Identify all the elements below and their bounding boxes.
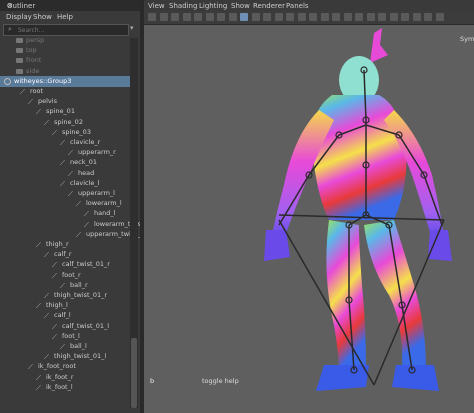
toolbar-button[interactable] xyxy=(332,13,340,21)
scrollbar-thumb[interactable] xyxy=(131,338,137,408)
tree-item-label: clavicle_r xyxy=(70,138,101,146)
tree-item-label: head xyxy=(78,168,95,177)
menu-renderer[interactable]: Renderer xyxy=(253,2,285,10)
tree-item-label: top xyxy=(26,46,37,55)
toolbar-button[interactable] xyxy=(205,13,214,21)
menu-show[interactable]: Show xyxy=(33,13,52,21)
toolbar-button[interactable] xyxy=(424,13,432,21)
tree-item-label: upperarm_l xyxy=(78,189,115,197)
menu-help[interactable]: Help xyxy=(57,13,73,21)
axis-label: b xyxy=(150,377,155,385)
toolbar-button[interactable] xyxy=(366,13,375,21)
chevron-down-icon[interactable]: ▾ xyxy=(130,24,134,32)
menu-lighting[interactable]: Lighting xyxy=(199,2,227,10)
toolbar-button[interactable] xyxy=(286,13,294,21)
foot-left-mesh xyxy=(392,365,439,391)
tree-item-label: witheyes::Group3 xyxy=(14,76,72,85)
toolbar-button[interactable] xyxy=(263,13,271,21)
toolbar-button[interactable] xyxy=(274,13,283,21)
toolbar-button[interactable] xyxy=(182,13,191,21)
toolbar-button[interactable] xyxy=(228,13,237,21)
tree-item-label: hand_l xyxy=(94,209,116,218)
viewport-menu-bar: View Shading Lighting Show Renderer Pane… xyxy=(144,0,474,11)
outliner-tree: persp top front side witheyes::Group3 ⟋ root ⟋ p… xyxy=(0,35,155,413)
tree-item-label: spine_02 xyxy=(54,117,83,126)
tree-item-label: root xyxy=(30,87,44,95)
tree-item-label: neck_01 xyxy=(70,158,97,167)
tree-item-label: calf_r xyxy=(54,250,72,259)
tree-item-label: foot_r xyxy=(62,270,81,279)
toolbar-button[interactable] xyxy=(159,13,168,21)
tree-item-label: thigh_twist_01_l xyxy=(54,352,107,361)
viewport[interactable]: Symm xyxy=(144,25,474,413)
toolbar-button[interactable] xyxy=(309,13,317,21)
toolbar-button[interactable] xyxy=(240,13,248,21)
toolbar-button[interactable] xyxy=(148,13,156,21)
toolbar-button[interactable] xyxy=(412,13,421,21)
help-text[interactable]: toggle help xyxy=(202,377,239,385)
character-model[interactable] xyxy=(144,25,474,413)
leg-left-mesh xyxy=(364,220,426,370)
tree-item-label: ball_l xyxy=(70,342,87,350)
toolbar-button[interactable] xyxy=(251,13,260,21)
joint-icon: ⟋ xyxy=(36,383,41,392)
tree-item-label: pelvis xyxy=(38,97,57,106)
tree-item-label: ik_foot_r xyxy=(46,372,74,381)
tree-item-label: upperarm_r xyxy=(78,148,116,157)
tree-item-label: ik_foot_l xyxy=(46,382,73,391)
outliner-title-bar: Outliner ✕ xyxy=(0,0,140,11)
tree-item-label: spine_01 xyxy=(46,107,75,116)
leg-right-mesh xyxy=(326,220,366,370)
tree-item-label: lowerarm_l xyxy=(86,199,122,208)
tree-item-label: upperarm_twist_01 xyxy=(86,229,149,238)
tree-item-label: thigh_twist_01_r xyxy=(54,291,108,299)
toolbar-button[interactable] xyxy=(401,13,409,21)
toolbar-button[interactable] xyxy=(297,13,306,21)
tree-item-label: ik_foot_root xyxy=(38,362,76,371)
tree-item-label: calf_l xyxy=(54,311,71,320)
menu-display[interactable]: Display xyxy=(6,13,32,21)
toolbar-button[interactable] xyxy=(435,13,444,21)
tree-item-label: front xyxy=(26,56,42,65)
head-crest xyxy=(370,28,388,63)
toolbar-button[interactable] xyxy=(355,13,363,21)
search-input[interactable] xyxy=(18,25,118,35)
outliner-menu-bar: Display Show Help xyxy=(0,11,140,23)
tree-item-label: clavicle_l xyxy=(70,178,100,187)
tree-item-label: calf_twist_01_l xyxy=(62,321,110,330)
camera-icon xyxy=(16,38,23,43)
toolbar-button[interactable] xyxy=(320,13,329,21)
viewport-toolbar xyxy=(144,11,474,25)
tree-item-label: persp xyxy=(26,36,45,44)
outliner-panel: Outliner ✕ Display Show Help ⌕ ▾ persp to… xyxy=(0,0,155,413)
menu-shading[interactable]: Shading xyxy=(169,2,197,10)
toolbar-button[interactable] xyxy=(194,13,202,21)
toolbar-button[interactable] xyxy=(389,13,398,21)
group-icon xyxy=(4,77,11,85)
tree-item-label: ball_r xyxy=(70,280,88,289)
close-icon[interactable]: ✕ xyxy=(7,2,135,10)
menu-show[interactable]: Show xyxy=(231,2,250,10)
menu-panels[interactable]: Panels xyxy=(286,2,309,10)
camera-icon xyxy=(16,68,23,74)
hand-left-mesh xyxy=(428,230,452,261)
toolbar-button[interactable] xyxy=(171,13,179,21)
camera-icon xyxy=(16,48,23,54)
toolbar-button[interactable] xyxy=(378,13,386,21)
toolbar-button[interactable] xyxy=(217,13,225,21)
tree-item-label: spine_03 xyxy=(62,127,91,136)
search-icon: ⌕ xyxy=(8,25,12,33)
tree-item-label: foot_l xyxy=(62,331,80,340)
foot-right-mesh xyxy=(316,365,369,391)
tree-item-label: calf_twist_01_r xyxy=(62,260,110,269)
camera-icon xyxy=(16,58,23,64)
tree-item-label: side xyxy=(26,66,40,75)
toolbar-button[interactable] xyxy=(343,13,352,21)
hand-right-mesh xyxy=(264,230,290,261)
tree-item-label: thigh_l xyxy=(46,301,68,310)
menu-view[interactable]: View xyxy=(148,2,165,10)
tree-item[interactable]: ⟋ ik_foot_l xyxy=(0,382,130,393)
tree-item-label: thigh_r xyxy=(46,240,69,248)
outliner-scrollbar[interactable] xyxy=(130,38,138,408)
